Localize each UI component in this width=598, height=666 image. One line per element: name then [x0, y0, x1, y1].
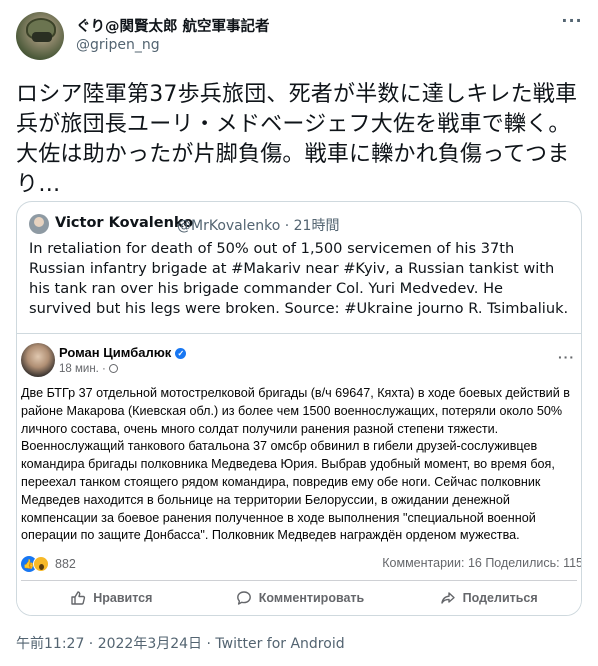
embedded-action-bar: Нравится Комментировать Поделиться	[17, 583, 581, 613]
visor-graphic	[32, 32, 52, 42]
wow-reaction-icon	[33, 555, 49, 572]
share-action: Поделиться	[394, 583, 581, 613]
quote-author-avatar	[29, 214, 49, 234]
embedded-post-text: Две БТГр 37 отдельной мотострелковой бри…	[21, 386, 570, 543]
embedded-author-avatar	[21, 343, 55, 377]
reactions-summary: 👍 882	[21, 555, 76, 573]
tweet-timestamp[interactable]: 午前11:27 · 2022年3月24日 · Twitter for Andro…	[16, 633, 345, 653]
reaction-count: 882	[55, 556, 76, 571]
divider	[17, 333, 581, 334]
embedded-post-image[interactable]: Роман Цимбалюк ✓ 18 мин. · ··· Две БТГр 3…	[17, 333, 582, 615]
embedded-author-name: Роман Цимбалюк ✓	[59, 345, 187, 360]
thumbs-up-icon	[71, 591, 86, 605]
quote-text: In retaliation for death of 50% out of 1…	[29, 240, 569, 317]
author-name[interactable]: ぐり@関賢太郎 航空軍事記者	[76, 15, 270, 36]
more-options-icon[interactable]: ···	[560, 13, 584, 34]
share-icon	[440, 592, 455, 604]
verified-badge-icon: ✓	[175, 348, 187, 359]
comment-icon	[236, 591, 251, 605]
author-avatar[interactable]	[16, 12, 64, 60]
globe-icon	[108, 364, 118, 373]
embedded-post-time-text: 18 мин. ·	[59, 363, 106, 375]
quoted-tweet[interactable]: Victor Kovalenko @MrKovalenko · 21時間 In …	[16, 201, 582, 616]
divider	[21, 580, 577, 581]
quote-author-name: Victor Kovalenko	[55, 215, 194, 231]
embedded-author-name-text: Роман Цимбалюк	[59, 345, 172, 360]
author-handle[interactable]: @gripen_ng	[76, 37, 160, 53]
share-label: Поделиться	[462, 591, 538, 605]
comments-shares-stats: Комментарии: 16 Поделились: 115	[382, 556, 582, 570]
like-label: Нравится	[93, 591, 153, 605]
embedded-post-time: 18 мин. ·	[59, 363, 118, 375]
tweet-text: ロシア陸軍第37歩兵旅団、死者が半数に達しキレた戦車兵が旅団長ユーリ・メドベージ…	[16, 82, 578, 197]
embedded-more-icon: ···	[558, 349, 575, 365]
comment-label: Комментировать	[258, 591, 365, 605]
comment-action: Комментировать	[206, 583, 395, 613]
quote-author-handle: @MrKovalenko · 21時間	[177, 218, 340, 234]
like-action: Нравится	[17, 583, 206, 613]
